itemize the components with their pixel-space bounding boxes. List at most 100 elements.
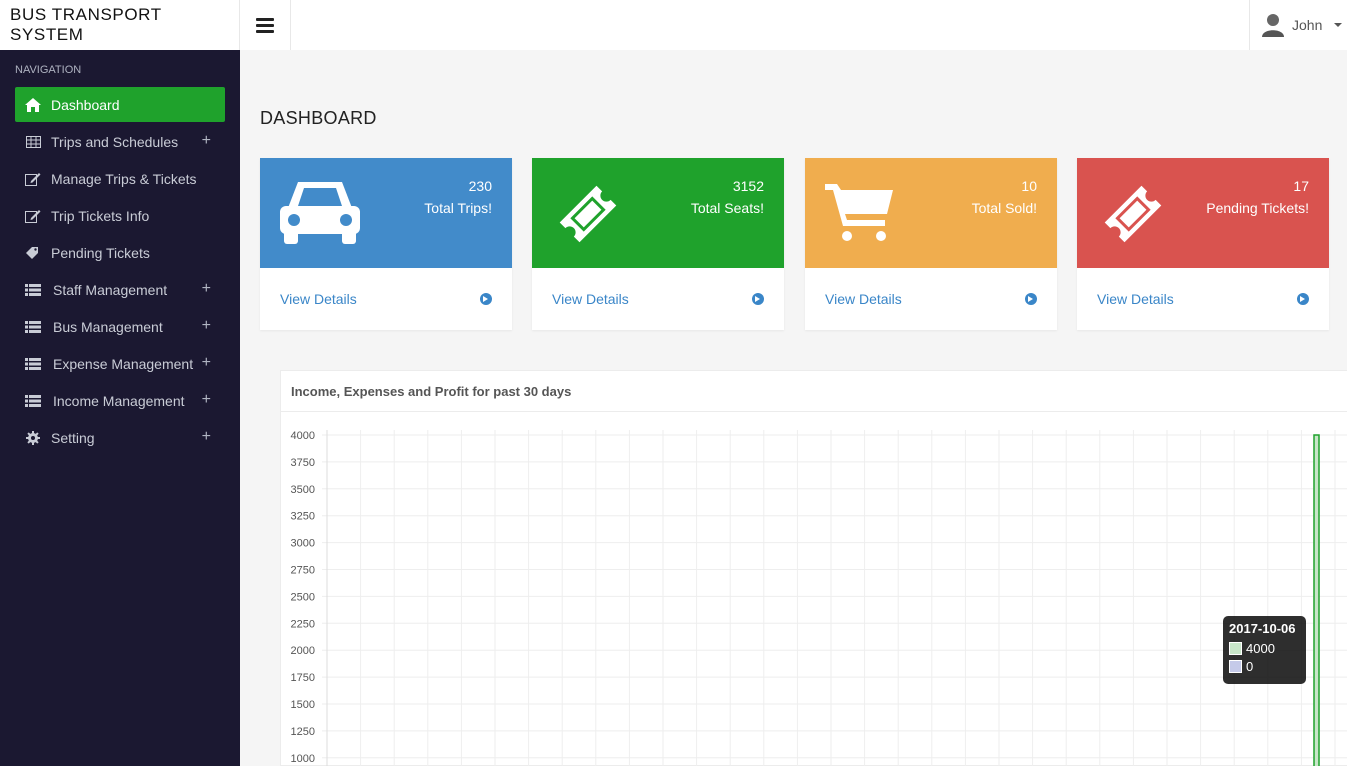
- stat-value: 17: [1293, 178, 1309, 194]
- sidebar-item-label: Staff Management: [53, 281, 168, 298]
- list-icon: [24, 283, 42, 296]
- chart-tooltip: 2017-10-06 4000 0: [1223, 616, 1306, 684]
- sidebar-item-label: Trips and Schedules: [51, 133, 179, 150]
- view-details-link[interactable]: View Details: [1077, 268, 1329, 330]
- cart-icon: [825, 178, 895, 249]
- view-details-link[interactable]: View Details: [532, 268, 784, 330]
- y-tick-label: 2500: [291, 591, 315, 603]
- sidebar-item-label: Pending Tickets: [51, 244, 150, 261]
- y-tick-label: 1000: [291, 753, 315, 765]
- arrow-circle-right-icon: [1297, 293, 1309, 305]
- y-tick-label: 1250: [291, 726, 315, 738]
- stat-card-header: 230 Total Trips!: [260, 158, 512, 268]
- view-details-label: View Details: [552, 291, 629, 307]
- sidebar-item-label: Bus Management: [53, 318, 163, 335]
- menu-icon-bar: [256, 29, 274, 33]
- tooltip-value: 0: [1246, 659, 1254, 674]
- expand-plus-icon[interactable]: +: [202, 428, 211, 446]
- ticket-icon: [552, 178, 624, 255]
- car-icon: [280, 178, 360, 251]
- list-icon: [24, 320, 42, 333]
- expand-plus-icon[interactable]: +: [202, 317, 211, 335]
- stat-label: Total Sold!: [971, 200, 1037, 216]
- view-details-link[interactable]: View Details: [260, 268, 512, 330]
- y-tick-label: 3000: [291, 538, 315, 550]
- sidebar-item-label: Trip Tickets Info: [51, 207, 150, 224]
- tooltip-value: 4000: [1246, 641, 1275, 656]
- expand-plus-icon[interactable]: +: [202, 132, 211, 150]
- sidebar-item-label: Dashboard: [51, 96, 120, 113]
- sidebar-item-label: Manage Trips & Tickets: [51, 170, 197, 187]
- y-tick-label: 3250: [291, 511, 315, 523]
- sidebar: NAVIGATION Dashboard Trips and Schedules…: [0, 50, 240, 766]
- chart-panel: Income, Expenses and Profit for past 30 …: [280, 370, 1347, 766]
- expand-plus-icon[interactable]: +: [202, 391, 211, 409]
- home-icon: [24, 97, 42, 112]
- user-menu[interactable]: John: [1249, 0, 1347, 50]
- view-details-link[interactable]: View Details: [805, 268, 1057, 330]
- tooltip-date: 2017-10-06: [1229, 621, 1296, 636]
- y-tick-label: 3750: [291, 457, 315, 469]
- app-title[interactable]: BUS TRANSPORT SYSTEM: [0, 0, 240, 50]
- stat-value: 230: [468, 178, 492, 194]
- expand-plus-icon[interactable]: +: [202, 280, 211, 298]
- stat-label: Total Seats!: [690, 200, 764, 216]
- page-title: DASHBOARD: [260, 108, 377, 128]
- arrow-circle-right-icon: [752, 293, 764, 305]
- list-icon: [24, 394, 42, 407]
- stat-label: Pending Tickets!: [1206, 200, 1309, 216]
- sidebar-item-setting[interactable]: Setting +: [15, 420, 225, 455]
- sidebar-item-bus-management[interactable]: Bus Management +: [15, 309, 225, 344]
- sidebar-toggle-button[interactable]: [240, 0, 291, 50]
- stat-value: 3152: [732, 178, 764, 194]
- stat-card-header: 10 Total Sold!: [805, 158, 1057, 268]
- avatar-icon: [1262, 14, 1284, 37]
- ticket-icon: [1097, 178, 1169, 255]
- arrow-circle-right-icon: [480, 293, 492, 305]
- legend-swatch: [1229, 642, 1242, 655]
- caret-down-icon: [1334, 23, 1343, 27]
- top-navbar: John: [240, 0, 1347, 50]
- menu-icon-bar: [256, 17, 274, 21]
- sidebar-item-expense-management[interactable]: Expense Management +: [15, 346, 225, 381]
- stat-card-total-sold: 10 Total Sold! View Details: [805, 158, 1057, 330]
- income-expense-chart[interactable]: 4000 3750 3500 3250 3000 2750 2500 2250 2000 1750…: [281, 412, 1347, 766]
- table-icon: [24, 135, 42, 148]
- sidebar-item-label: Income Management: [53, 392, 185, 409]
- tag-icon: [24, 246, 42, 260]
- stat-card-total-seats: 3152 Total Seats! View Details: [532, 158, 784, 330]
- stat-card-total-trips: 230 Total Trips! View Details: [260, 158, 512, 330]
- stat-value: 10: [1021, 178, 1037, 194]
- sidebar-item-label: Setting: [51, 429, 95, 446]
- stat-card-header: 3152 Total Seats!: [532, 158, 784, 268]
- chart-bar[interactable]: [1313, 434, 1320, 766]
- expand-plus-icon[interactable]: +: [202, 354, 211, 372]
- legend-swatch: [1229, 660, 1242, 673]
- tooltip-row: 4000: [1229, 641, 1300, 656]
- y-tick-label: 4000: [291, 430, 315, 442]
- y-tick-label: 2750: [291, 565, 315, 577]
- sidebar-item-pending-tickets[interactable]: Pending Tickets: [15, 235, 225, 270]
- sidebar-item-label: Expense Management: [53, 355, 194, 372]
- sidebar-item-trip-tickets-info[interactable]: Trip Tickets Info: [15, 198, 225, 233]
- stat-label: Total Trips!: [424, 200, 492, 216]
- sidebar-item-trips-and-schedules[interactable]: Trips and Schedules +: [15, 124, 225, 159]
- user-name: John: [1292, 17, 1323, 33]
- y-tick-label: 1750: [291, 672, 315, 684]
- chart-panel-title: Income, Expenses and Profit for past 30 …: [281, 371, 1347, 412]
- sidebar-item-income-management[interactable]: Income Management +: [15, 383, 225, 418]
- sidebar-item-dashboard[interactable]: Dashboard: [15, 87, 225, 122]
- y-tick-label: 3500: [291, 484, 315, 496]
- sidebar-item-staff-management[interactable]: Staff Management +: [15, 272, 225, 307]
- view-details-label: View Details: [825, 291, 902, 307]
- tooltip-row: 0: [1229, 659, 1300, 674]
- view-details-label: View Details: [280, 291, 357, 307]
- y-tick-label: 1500: [291, 699, 315, 711]
- stat-card-pending-tickets: 17 Pending Tickets! View Details: [1077, 158, 1329, 330]
- sidebar-item-manage-trips-tickets[interactable]: Manage Trips & Tickets: [15, 161, 225, 196]
- edit-icon: [24, 172, 42, 186]
- view-details-label: View Details: [1097, 291, 1174, 307]
- nav-header: NAVIGATION: [15, 64, 82, 76]
- y-tick-label: 2250: [291, 618, 315, 630]
- list-icon: [24, 357, 42, 370]
